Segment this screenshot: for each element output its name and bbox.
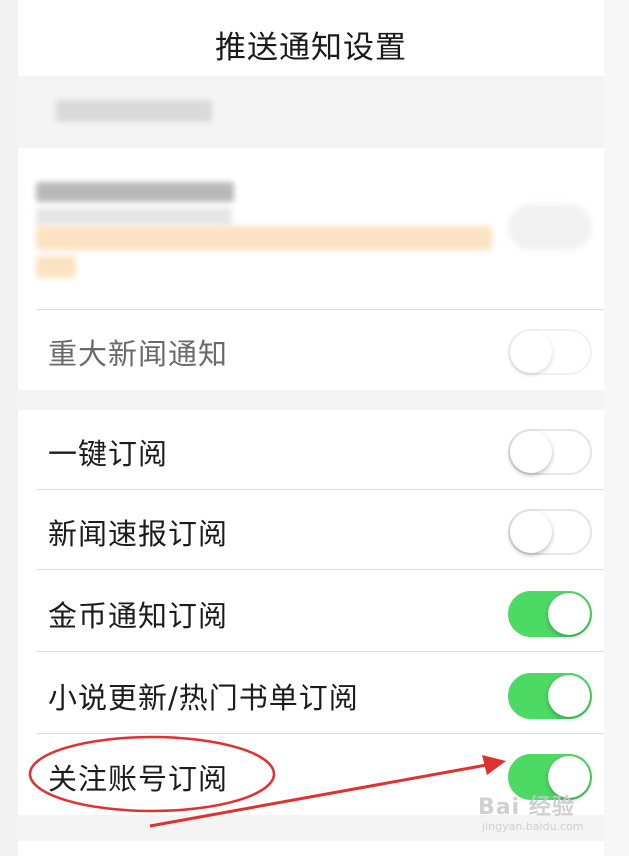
- row-divider: [36, 569, 604, 570]
- settings-screen: 推送通知设置 重大新闻通知 一键订阅 新闻速报订阅 金币通知订阅 小说更新/热门…: [18, 0, 604, 856]
- toggle-knob: [548, 675, 590, 717]
- news-flash-toggle[interactable]: [508, 509, 592, 555]
- right-gutter: [604, 0, 629, 856]
- redacted-section-title: [56, 100, 212, 122]
- row-divider: [36, 733, 604, 734]
- row-divider: [36, 651, 604, 652]
- setting-row-novel: 小说更新/热门书单订阅: [18, 654, 604, 734]
- setting-row-news-flash: 新闻速报订阅: [18, 490, 604, 570]
- blurred-section-header: [18, 76, 604, 148]
- toggle-knob: [510, 431, 552, 473]
- setting-row-one-click: 一键订阅: [18, 410, 604, 490]
- section-gap: [18, 390, 604, 410]
- setting-label: 小说更新/热门书单订阅: [48, 681, 359, 715]
- left-gutter: [0, 0, 18, 856]
- coin-notice-toggle[interactable]: [508, 591, 592, 637]
- redacted-setting-line: [36, 208, 232, 226]
- setting-label: 一键订阅: [48, 437, 169, 471]
- setting-label: 新闻速报订阅: [48, 517, 229, 551]
- setting-row-coin: 金币通知订阅: [18, 572, 604, 652]
- setting-label: 重大新闻通知: [48, 337, 229, 371]
- watermark: Bai 经验 jingyan.baidu.com: [478, 796, 584, 834]
- one-click-toggle[interactable]: [508, 429, 592, 475]
- follow-account-toggle[interactable]: [508, 754, 592, 800]
- navigation-bar: 推送通知设置: [18, 0, 604, 76]
- watermark-logo: Bai 经验: [478, 795, 575, 820]
- watermark-url: jingyan.baidu.com: [482, 820, 584, 833]
- redacted-setting-desc-end: [36, 256, 76, 278]
- redacted-setting-desc: [36, 226, 492, 250]
- toggle-knob: [510, 511, 552, 553]
- toggle-knob: [510, 331, 552, 373]
- blurred-setting-row: [18, 148, 604, 310]
- redacted-toggle: [508, 204, 592, 250]
- major-news-toggle[interactable]: [508, 329, 592, 375]
- next-row-partial: [18, 841, 604, 856]
- setting-row-major-news: 重大新闻通知: [18, 310, 604, 390]
- toggle-knob: [548, 593, 590, 635]
- setting-label: 关注账号订阅: [48, 762, 229, 796]
- redacted-setting-title: [36, 182, 234, 202]
- toggle-knob: [548, 756, 590, 798]
- page-title: 推送通知设置: [215, 30, 407, 66]
- novel-update-toggle[interactable]: [508, 673, 592, 719]
- setting-label: 金币通知订阅: [48, 599, 229, 633]
